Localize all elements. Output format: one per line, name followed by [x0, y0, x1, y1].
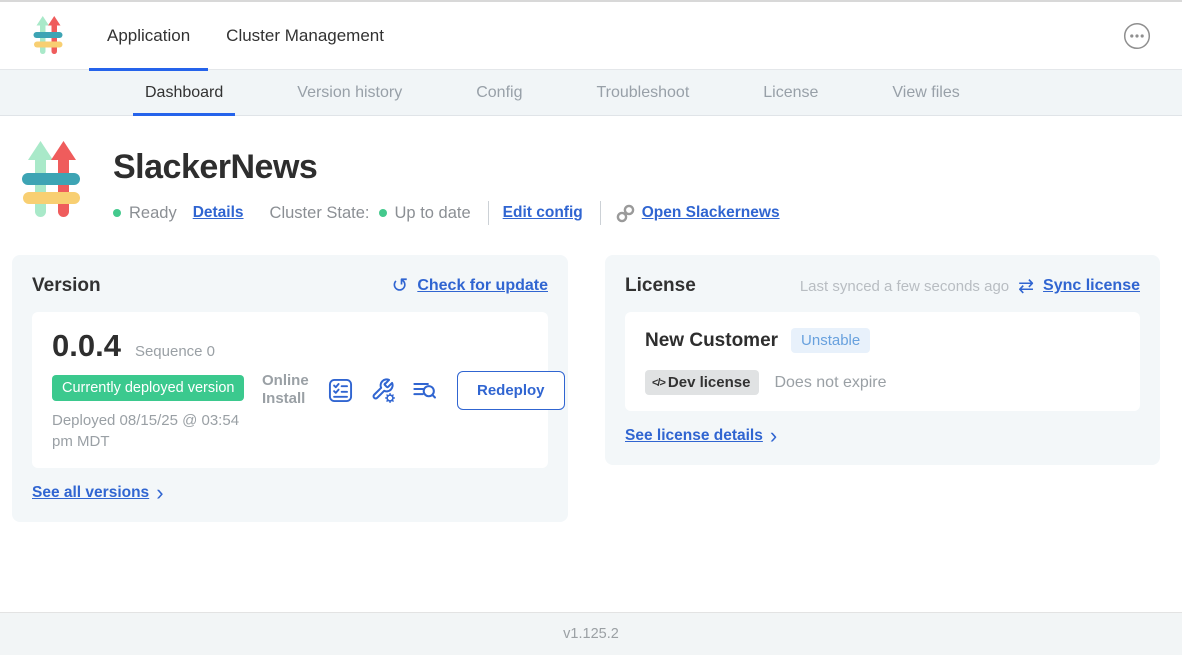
app-logo-large — [22, 138, 80, 222]
footer: v1.125.2 — [0, 612, 1182, 655]
chevron-right-icon: › — [770, 427, 777, 445]
license-type-label: Dev license — [668, 374, 751, 391]
tab-cluster-management[interactable]: Cluster Management — [208, 2, 402, 70]
cluster-state-dot — [379, 209, 387, 217]
edit-config-link[interactable]: Edit config — [503, 204, 583, 222]
top-navbar: Application Cluster Management — [0, 2, 1182, 70]
app-logo-icon — [33, 15, 63, 56]
expiration-text: Does not expire — [774, 374, 886, 392]
app-subnav: Dashboard Version history Config Trouble… — [0, 70, 1182, 116]
view-logs-icon[interactable] — [411, 377, 438, 404]
see-all-versions-link[interactable]: See all versions — [32, 484, 149, 502]
tab-view-files[interactable]: View files — [880, 70, 971, 115]
license-details-panel: New Customer Unstable </> Dev license Do… — [625, 312, 1140, 411]
tab-config[interactable]: Config — [464, 70, 534, 115]
tab-troubleshoot[interactable]: Troubleshoot — [584, 70, 701, 115]
details-link[interactable]: Details — [193, 204, 244, 222]
divider — [600, 201, 601, 225]
dashboard-cards: Version ↺ Check for update 0.0.4 Sequenc… — [0, 225, 1182, 522]
license-card: License Last synced a few seconds ago ⇄ … — [605, 255, 1160, 465]
sync-icon[interactable]: ⇄ — [1018, 277, 1034, 296]
tab-dashboard[interactable]: Dashboard — [133, 70, 235, 115]
see-license-details-link[interactable]: See license details — [625, 427, 763, 445]
code-icon: </> — [652, 377, 665, 389]
license-card-title: License — [625, 275, 696, 297]
edit-config-icon[interactable] — [369, 377, 396, 404]
redeploy-button[interactable]: Redeploy — [457, 371, 565, 410]
tab-application[interactable]: Application — [89, 2, 208, 70]
app-status-row: Ready Details Cluster State: Up to date … — [113, 201, 780, 225]
preflight-checks-icon[interactable] — [327, 377, 354, 404]
tab-license[interactable]: License — [751, 70, 830, 115]
refresh-icon[interactable]: ↺ — [392, 276, 409, 296]
page-title: SlackerNews — [113, 148, 780, 187]
deployed-timestamp: Deployed 08/15/25 @ 03:54 pm MDT — [52, 410, 262, 452]
install-type-label: Online Install — [262, 372, 312, 408]
version-card-title: Version — [32, 275, 101, 297]
license-type-badge: </> Dev license — [645, 370, 759, 395]
tab-version-history[interactable]: Version history — [285, 70, 414, 115]
check-for-update-link[interactable]: Check for update — [417, 277, 548, 295]
overflow-menu-button[interactable] — [1122, 21, 1152, 51]
sync-license-link[interactable]: Sync license — [1043, 277, 1140, 295]
cluster-state-label: Cluster State: — [270, 204, 370, 223]
last-synced-text: Last synced a few seconds ago — [800, 278, 1009, 295]
open-app-link[interactable]: Open Slackernews — [642, 204, 780, 222]
dashboard-main: SlackerNews Ready Details Cluster State:… — [0, 116, 1182, 612]
app-header: SlackerNews Ready Details Cluster State:… — [0, 116, 1182, 225]
customer-name: New Customer — [645, 330, 778, 352]
deployed-status-badge: Currently deployed version — [52, 375, 244, 401]
app-status-text: Ready — [129, 204, 177, 223]
cluster-state-value: Up to date — [395, 204, 471, 223]
version-number: 0.0.4 — [52, 328, 121, 364]
divider — [488, 201, 489, 225]
console-version: v1.125.2 — [563, 626, 619, 642]
link-chain-icon — [615, 203, 636, 224]
ellipsis-icon — [1122, 21, 1152, 51]
version-card: Version ↺ Check for update 0.0.4 Sequenc… — [12, 255, 568, 522]
channel-badge: Unstable — [791, 328, 870, 353]
current-version-panel: 0.0.4 Sequence 0 Currently deployed vers… — [32, 312, 548, 468]
sequence-label: Sequence 0 — [135, 343, 215, 360]
app-status-dot — [113, 209, 121, 217]
chevron-right-icon: › — [156, 484, 163, 502]
